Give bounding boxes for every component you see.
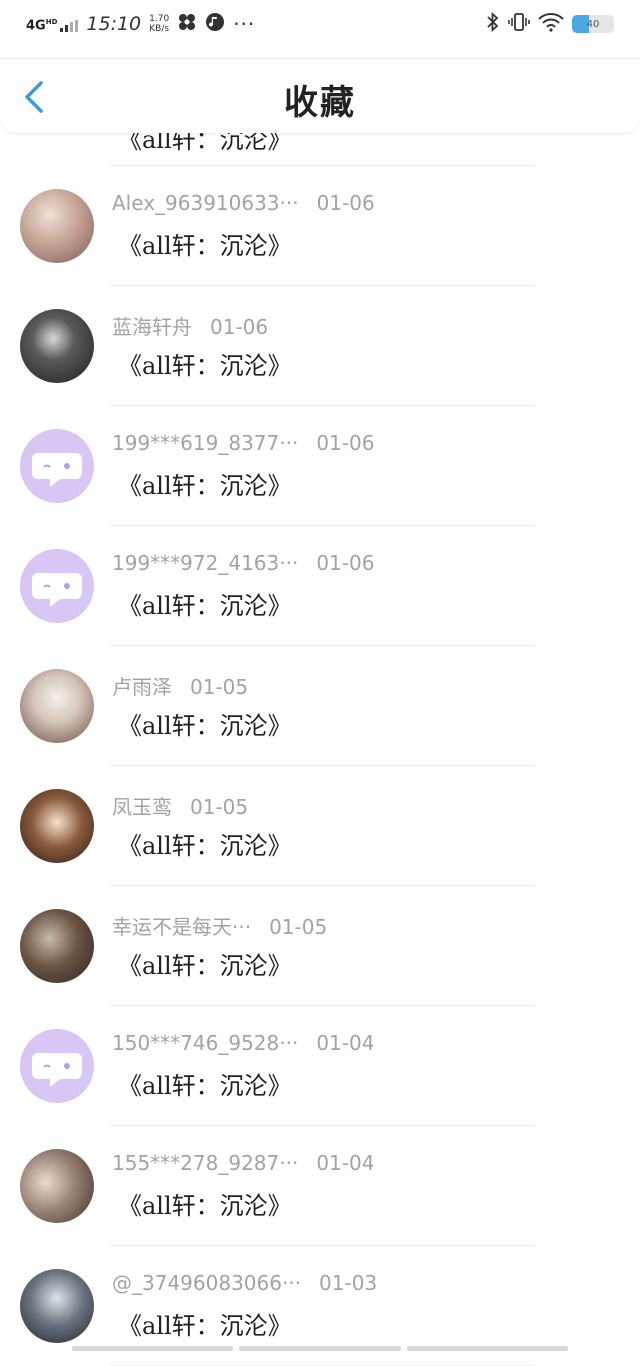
- user-name[interactable]: 150***746_9528···: [112, 1031, 298, 1055]
- favorites-list: 《all轩：沉沦》 Alex_963910633··· 01-06 《all轩：沉沦…: [0, 100, 640, 1366]
- music-notification-icon: [205, 12, 225, 37]
- vibrate-icon: [508, 12, 530, 36]
- item-meta: 150***746_9528··· 01-04: [112, 1031, 374, 1055]
- network-hd: HD: [45, 17, 58, 26]
- status-time: 15:10: [86, 13, 142, 35]
- list-item[interactable]: 蓝海轩舟 01-06 《all轩：沉沦》: [0, 286, 640, 406]
- avatar[interactable]: [20, 1269, 94, 1343]
- avatar[interactable]: [20, 669, 94, 743]
- list-item[interactable]: 155***278_9287··· 01-04 《all轩：沉沦》: [0, 1126, 640, 1246]
- item-meta: Alex_963910633··· 01-06: [112, 191, 375, 215]
- avatar[interactable]: [20, 1029, 94, 1103]
- battery-icon: 40: [572, 15, 614, 33]
- default-avatar-chat-icon: [32, 573, 82, 607]
- list-item[interactable]: 199***972_4163··· 01-06 《all轩：沉沦》: [0, 526, 640, 646]
- avatar[interactable]: [20, 1149, 94, 1223]
- list-item[interactable]: 凤玉鸾 01-05 《all轩：沉沦》: [0, 766, 640, 886]
- favorite-title[interactable]: 《all轩：沉沦》: [118, 1066, 292, 1101]
- favorite-title[interactable]: 《all轩：沉沦》: [118, 346, 292, 381]
- user-name[interactable]: 凤玉鸾: [112, 795, 172, 819]
- network-speed-unit: KB/s: [149, 24, 170, 34]
- avatar[interactable]: [20, 309, 94, 383]
- signal-bars-icon: [60, 20, 79, 33]
- collect-date: 01-06: [210, 315, 269, 339]
- item-meta: 155***278_9287··· 01-04: [112, 1151, 374, 1175]
- wifi-icon: [538, 12, 564, 36]
- network-speed: 1.70 KB/s: [149, 14, 169, 34]
- avatar[interactable]: [20, 909, 94, 983]
- collect-date: 01-05: [269, 915, 328, 939]
- network-type: 4G: [26, 18, 46, 34]
- nav-header: 收藏: [0, 58, 640, 133]
- favorite-title[interactable]: 《all轩：沉沦》: [118, 1306, 292, 1341]
- collect-date: 01-05: [190, 795, 249, 819]
- user-name[interactable]: 蓝海轩舟: [112, 315, 192, 339]
- status-bar: 4GHD 15:10 1.70 KB/s ··· 40: [0, 0, 640, 48]
- page-title: 收藏: [284, 83, 356, 123]
- item-meta: 卢雨泽 01-05: [112, 671, 248, 700]
- avatar[interactable]: [20, 189, 94, 263]
- signal-indicator: 4GHD: [26, 16, 79, 34]
- item-meta: 199***619_8377··· 01-06: [112, 431, 374, 455]
- favorite-title[interactable]: 《all轩：沉沦》: [118, 226, 292, 261]
- favorite-title[interactable]: 《all轩：沉沦》: [118, 586, 292, 621]
- favorite-title[interactable]: 《all轩：沉沦》: [118, 946, 292, 981]
- bluetooth-icon: [486, 11, 500, 36]
- collect-date: 01-06: [316, 431, 375, 455]
- favorite-title[interactable]: 《all轩：沉沦》: [118, 826, 292, 861]
- item-meta: 幸运不是每天··· 01-05: [112, 911, 327, 940]
- network-speed-value: 1.70: [149, 14, 170, 24]
- user-name[interactable]: 155***278_9287···: [112, 1151, 298, 1175]
- collect-date: 01-06: [316, 551, 375, 575]
- user-name[interactable]: @_37496083066···: [112, 1271, 301, 1295]
- item-meta: 蓝海轩舟 01-06: [112, 311, 268, 340]
- list-item[interactable]: 150***746_9528··· 01-04 《all轩：沉沦》: [0, 1006, 640, 1126]
- default-avatar-chat-icon: [32, 1053, 82, 1087]
- user-name[interactable]: 卢雨泽: [112, 675, 172, 699]
- avatar[interactable]: [20, 789, 94, 863]
- item-meta: @_37496083066··· 01-03: [112, 1271, 377, 1295]
- item-meta: 凤玉鸾 01-05: [112, 791, 248, 820]
- collect-date: 01-06: [316, 191, 375, 215]
- bottom-indicator: [72, 1346, 568, 1351]
- list-item[interactable]: 199***619_8377··· 01-06 《all轩：沉沦》: [0, 406, 640, 526]
- more-notifications-icon: ···: [233, 12, 256, 36]
- app-notification-icon: [177, 12, 197, 37]
- default-avatar-chat-icon: [32, 453, 82, 487]
- collect-date: 01-03: [319, 1271, 378, 1295]
- list-item[interactable]: 幸运不是每天··· 01-05 《all轩：沉沦》: [0, 886, 640, 1006]
- avatar[interactable]: [20, 549, 94, 623]
- favorite-title[interactable]: 《all轩：沉沦》: [118, 1186, 292, 1221]
- user-name[interactable]: 幸运不是每天···: [112, 915, 251, 939]
- avatar[interactable]: [20, 429, 94, 503]
- collect-date: 01-05: [190, 675, 249, 699]
- battery-level: 40: [586, 18, 600, 30]
- favorite-title[interactable]: 《all轩：沉沦》: [118, 706, 292, 741]
- item-meta: 199***972_4163··· 01-06: [112, 551, 374, 575]
- list-item[interactable]: Alex_963910633··· 01-06 《all轩：沉沦》: [0, 166, 640, 286]
- user-name[interactable]: 199***619_8377···: [112, 431, 298, 455]
- collect-date: 01-04: [316, 1151, 375, 1175]
- user-name[interactable]: 199***972_4163···: [112, 551, 298, 575]
- user-name[interactable]: Alex_963910633···: [112, 191, 299, 215]
- list-item[interactable]: 卢雨泽 01-05 《all轩：沉沦》: [0, 646, 640, 766]
- favorite-title[interactable]: 《all轩：沉沦》: [118, 466, 292, 501]
- collect-date: 01-04: [316, 1031, 375, 1055]
